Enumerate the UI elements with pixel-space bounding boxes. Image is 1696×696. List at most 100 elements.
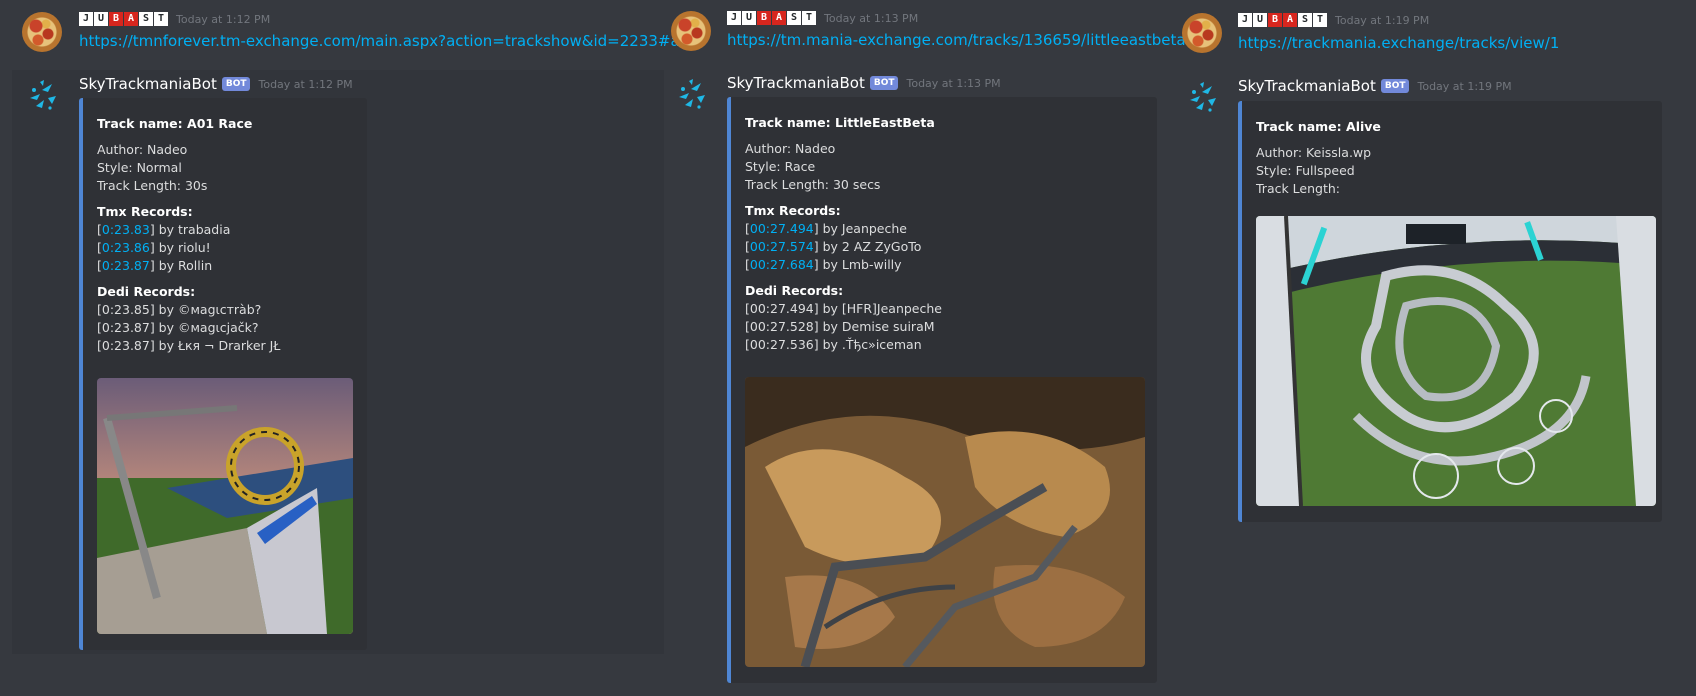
track-name-line: Track name: Alive xyxy=(1256,118,1648,136)
bot-username[interactable]: SkyTrackmaniaBot xyxy=(1238,77,1376,95)
message-timestamp: Today at 1:13 PM xyxy=(824,11,919,25)
dedi-heading: Dedi Records: xyxy=(97,284,196,299)
length-line: Track Length: xyxy=(1256,181,1341,196)
record-time-link[interactable]: 0:23.87 xyxy=(102,258,150,273)
tmx-record: [0:23.87] by Rollin xyxy=(97,258,213,273)
bot-username[interactable]: SkyTrackmaniaBot xyxy=(727,74,865,92)
letter-tile: U xyxy=(94,12,108,26)
dedi-heading: Dedi Records: xyxy=(745,283,844,298)
letter-tile: J xyxy=(1238,13,1252,27)
author-line: Author: Keissla.wp xyxy=(1256,145,1372,160)
track-link[interactable]: https://trackmania.exchange/tracks/view/… xyxy=(1238,34,1559,52)
bot-name-row: SkyTrackmaniaBot BOT Today at 1:13 PM xyxy=(727,74,1001,92)
style-line: Style: Fullspeed xyxy=(1256,163,1355,178)
letter-tile: A xyxy=(124,12,138,26)
record-time-link[interactable]: 00:27.574 xyxy=(750,239,814,254)
letter-tile: S xyxy=(139,12,153,26)
record-holder: ] by riolu! xyxy=(149,240,211,255)
record-time-link[interactable]: 0:23.86 xyxy=(102,240,150,255)
record-time-link[interactable]: 00:27.494 xyxy=(750,221,814,236)
track-name-line: Track name: A01 Race xyxy=(97,115,353,133)
username-jubast[interactable]: J U B A S T xyxy=(1238,13,1327,27)
letter-tile: U xyxy=(742,11,756,25)
track-thumbnail[interactable] xyxy=(745,377,1145,667)
record-holder: ] by Lmb-willy xyxy=(813,257,902,272)
record-holder: ] by 2 AZ ZyGoTo xyxy=(813,239,922,254)
bot-badge: BOT xyxy=(869,76,899,90)
bot-badge: BOT xyxy=(221,77,251,91)
message-panel-1: J U B A S T Today at 1:12 PM https://tmn… xyxy=(0,0,704,696)
record-holder: ] by Jeanpeche xyxy=(813,221,907,236)
author-line: Author: Nadeo xyxy=(745,141,836,156)
tmx-record: [0:23.86] by riolu! xyxy=(97,240,211,255)
record-holder: ] by Rollin xyxy=(149,258,213,273)
user-avatar-icon[interactable] xyxy=(22,12,62,52)
bot-name-row: SkyTrackmaniaBot BOT Today at 1:19 PM xyxy=(1238,77,1512,95)
letter-tile: B xyxy=(109,12,123,26)
bot-avatar-icon[interactable] xyxy=(671,75,711,115)
track-embed: Track name: LittleEastBeta Author: Nadeo… xyxy=(727,97,1157,683)
track-thumbnail[interactable] xyxy=(1256,216,1656,506)
message-panel-2: J U B A S T Today at 1:13 PM https://tm.… xyxy=(664,0,1186,696)
letter-tile: A xyxy=(772,11,786,25)
bot-avatar-icon[interactable] xyxy=(22,76,62,116)
tmx-record: [00:27.684] by Lmb-willy xyxy=(745,257,902,272)
letter-tile: T xyxy=(1313,13,1327,27)
length-line: Track Length: 30s xyxy=(97,178,208,193)
track-embed: Track name: Alive Author: Keissla.wp Sty… xyxy=(1238,101,1662,522)
user-name-row: J U B A S T Today at 1:12 PM xyxy=(79,12,270,26)
track-name-label: Track name: xyxy=(97,116,188,131)
letter-tile: U xyxy=(1253,13,1267,27)
letter-tile: T xyxy=(154,12,168,26)
tmx-heading: Tmx Records: xyxy=(745,203,841,218)
letter-tile: S xyxy=(1298,13,1312,27)
message-timestamp: Today at 1:13 PM xyxy=(906,76,1001,90)
record-time-link[interactable]: 0:23.83 xyxy=(102,222,150,237)
message-timestamp: Today at 1:19 PM xyxy=(1335,13,1430,27)
track-name-label: Track name: xyxy=(745,115,836,130)
user-avatar-icon[interactable] xyxy=(671,11,711,51)
track-name-value: A01 Race xyxy=(187,116,253,131)
tmx-record: [00:27.574] by 2 AZ ZyGoTo xyxy=(745,239,922,254)
letter-tile: S xyxy=(787,11,801,25)
user-avatar-icon[interactable] xyxy=(1182,13,1222,53)
bot-name-row: SkyTrackmaniaBot BOT Today at 1:12 PM xyxy=(79,75,353,93)
track-link[interactable]: https://tm.mania-exchange.com/tracks/136… xyxy=(727,31,1186,49)
bot-username[interactable]: SkyTrackmaniaBot xyxy=(79,75,217,93)
track-thumbnail[interactable] xyxy=(97,378,353,634)
letter-tile: T xyxy=(802,11,816,25)
bot-badge: BOT xyxy=(1380,79,1410,93)
track-name-value: Alive xyxy=(1346,119,1381,134)
track-name-line: Track name: LittleEastBeta xyxy=(745,114,1143,132)
letter-tile: J xyxy=(79,12,93,26)
track-link[interactable]: https://tmnforever.tm-exchange.com/main.… xyxy=(79,32,704,50)
dedi-record: [0:23.87] by ©маgιcjačk? xyxy=(97,320,259,335)
message-timestamp: Today at 1:12 PM xyxy=(176,12,271,26)
letter-tile: B xyxy=(1268,13,1282,27)
message-panel-3: J U B A S T Today at 1:19 PM https://tra… xyxy=(1174,0,1696,696)
message-timestamp: Today at 1:19 PM xyxy=(1417,79,1512,93)
user-name-row: J U B A S T Today at 1:13 PM xyxy=(727,11,918,25)
length-line: Track Length: 30 secs xyxy=(745,177,881,192)
user-name-row: J U B A S T Today at 1:19 PM xyxy=(1238,13,1429,27)
record-time-link[interactable]: 00:27.684 xyxy=(750,257,814,272)
style-line: Style: Race xyxy=(745,159,816,174)
username-jubast[interactable]: J U B A S T xyxy=(79,12,168,26)
dedi-record: [0:23.85] by ©маgιcтràb? xyxy=(97,302,262,317)
track-name-label: Track name: xyxy=(1256,119,1347,134)
dedi-record: [00:27.494] by [HFR]Jeanpeche xyxy=(745,301,942,316)
dedi-record: [00:27.536] by .Ťђc»iceman xyxy=(745,337,922,352)
username-jubast[interactable]: J U B A S T xyxy=(727,11,816,25)
letter-tile: J xyxy=(727,11,741,25)
letter-tile: A xyxy=(1283,13,1297,27)
track-embed: Track name: A01 Race Author: Nadeo Style… xyxy=(79,98,367,650)
tmx-record: [0:23.83] by trabadia xyxy=(97,222,231,237)
message-timestamp: Today at 1:12 PM xyxy=(258,77,353,91)
record-holder: ] by trabadia xyxy=(149,222,231,237)
dedi-record: [00:27.528] by Demise suiraM xyxy=(745,319,935,334)
bot-avatar-icon[interactable] xyxy=(1182,78,1222,118)
tmx-heading: Tmx Records: xyxy=(97,204,193,219)
author-line: Author: Nadeo xyxy=(97,142,188,157)
dedi-record: [0:23.87] by Łкя ¬ Drarker JŁ xyxy=(97,338,281,353)
tmx-record: [00:27.494] by Jeanpeche xyxy=(745,221,907,236)
